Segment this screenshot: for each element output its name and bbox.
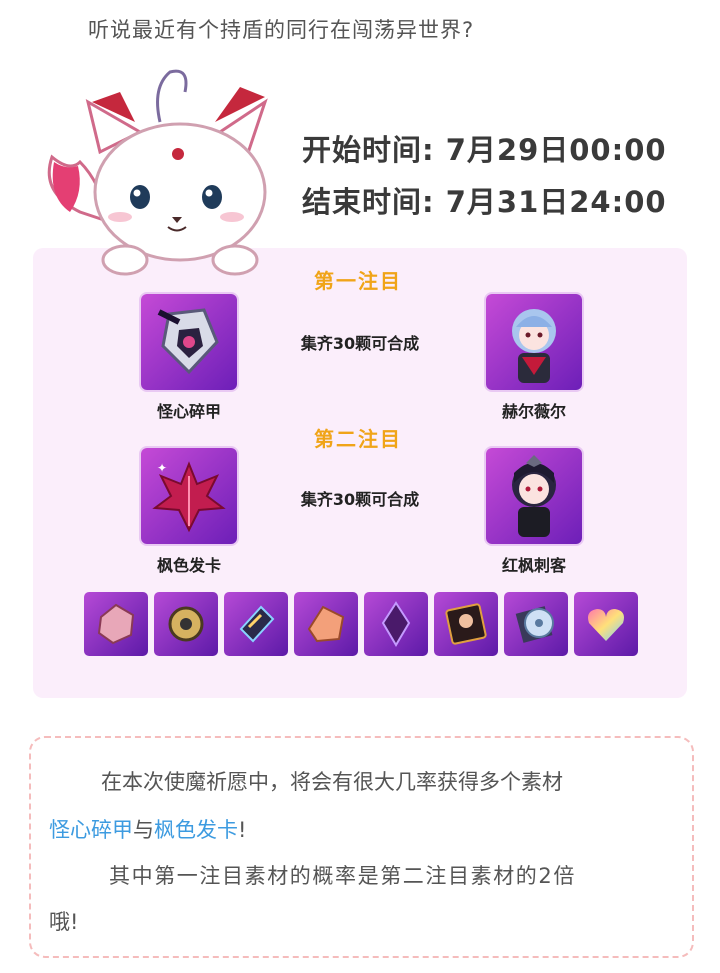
notice-excl: ! [238, 818, 247, 842]
section2-material-name: 枫色发卡 [156, 556, 221, 575]
disc-icon[interactable] [504, 592, 568, 656]
start-time-label: 开始时间: [302, 133, 435, 167]
notice-line3: 其中第一注目素材的概率是第二注目素材的2倍 [109, 864, 576, 888]
card-pack-icon[interactable] [434, 592, 498, 656]
purple-shard-icon[interactable] [364, 592, 428, 656]
event-times: 开始时间: 7月29日00:00 结束时间: 7月31日24:00 [302, 124, 667, 228]
section1-character-name: 赫尔薇尔 [501, 402, 566, 421]
section1-material[interactable]: 怪心碎甲 [140, 294, 238, 422]
heart-armor-icon [141, 294, 237, 390]
section1-title: 第一注目 [314, 269, 402, 293]
mech-part-icon[interactable] [154, 592, 218, 656]
section1-material-name: 怪心碎甲 [156, 402, 221, 421]
section2-character[interactable]: 红枫刺客 [485, 448, 583, 576]
end-time-label: 结束时间: [302, 185, 435, 219]
notice-highlight-1: 怪心碎甲 [49, 818, 133, 842]
notice-line1: 在本次使魔祈愿中，将会有很大几率获得多个素材 [101, 770, 563, 794]
start-time-value: 7月29日00:00 [445, 133, 667, 167]
pink-gem-icon[interactable] [84, 592, 148, 656]
orange-crystal-icon[interactable] [294, 592, 358, 656]
section2-material[interactable]: ✦ 枫色发卡 [140, 448, 238, 576]
end-time-value: 7月31日24:00 [445, 185, 667, 219]
intro-text: 听说最近有个持盾的同行在闯荡异世界? [88, 18, 475, 42]
fox-mascot [47, 69, 268, 276]
materials-row [84, 592, 638, 656]
notice-box: 在本次使魔祈愿中，将会有很大几率获得多个素材 怪心碎甲与枫色发卡! 其中第一注目… [29, 736, 694, 958]
character-portrait-red-maple-assassin [486, 448, 582, 544]
section2-character-name: 红枫刺客 [501, 556, 566, 575]
maple-hairpin-icon: ✦ [141, 448, 237, 544]
character-portrait-herveil [486, 294, 582, 390]
section2-title: 第二注目 [314, 427, 402, 451]
rainbow-heart-icon[interactable] [574, 592, 638, 656]
notice-highlight-2: 枫色发卡 [154, 818, 238, 842]
start-time-row: 开始时间: 7月29日00:00 [302, 124, 667, 176]
section1-character[interactable]: 赫尔薇尔 [485, 294, 583, 422]
notice-line2: 怪心碎甲与枫色发卡! [49, 814, 246, 844]
section2-combine-text: 集齐30颗可合成 [300, 490, 420, 509]
section1-combine-text: 集齐30颗可合成 [300, 334, 420, 353]
notice-and: 与 [133, 818, 154, 842]
dark-crystal-icon[interactable] [224, 592, 288, 656]
end-time-row: 结束时间: 7月31日24:00 [302, 176, 667, 228]
notice-line4: 哦! [49, 910, 79, 934]
svg-text:✦: ✦ [157, 461, 167, 475]
